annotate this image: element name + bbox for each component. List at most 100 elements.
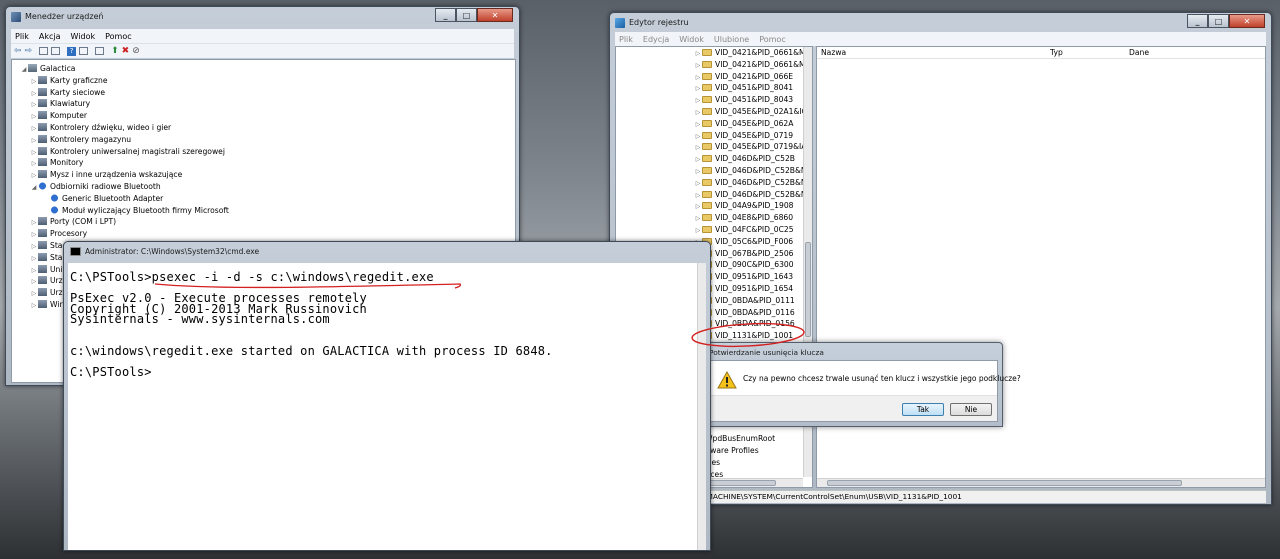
registry-key[interactable]: ▷VID_0BDA&PID_0111: [694, 295, 808, 307]
menu-plik[interactable]: Plik: [15, 32, 29, 41]
show-hide-tree-icon[interactable]: [39, 47, 49, 55]
registry-key[interactable]: ▷ VID_0421&PID_066E: [694, 71, 808, 83]
registry-key[interactable]: ▷ VID_04A9&PID_1908: [694, 200, 808, 212]
registry-key[interactable]: ▷ VID_0451&PID_8043: [694, 94, 808, 106]
device-category[interactable]: ▷ Monitory: [30, 157, 515, 169]
device-item[interactable]: Moduł wyliczający Bluetooth firmy Micros…: [30, 205, 515, 217]
regedit-icon: [615, 17, 625, 28]
device-label: Odbiorniki radiowe Bluetooth: [50, 181, 161, 191]
device-category[interactable]: ▷ Kontrolery uniwersalnej magistrali szer…: [30, 146, 515, 158]
regedit-menu-edycja[interactable]: Edycja: [643, 35, 669, 44]
registry-key[interactable]: ▷VID_067B&PID_2506: [694, 248, 808, 260]
regedit-menu-pomoc[interactable]: Pomoc: [759, 35, 786, 44]
registry-key[interactable]: ▷ VID_046D&PID_C52B: [694, 153, 808, 165]
folder-icon: [702, 190, 712, 198]
registry-key[interactable]: ▷ VID_045E&PID_02A1&IG: [694, 106, 808, 118]
registry-key[interactable]: ▷ VID_045E&PID_0719: [694, 130, 808, 142]
regedit-titlebar[interactable]: Edytor rejestru: [610, 13, 1271, 32]
device-item[interactable]: Generic Bluetooth Adapter: [30, 193, 515, 205]
device-category-icon: [38, 288, 47, 297]
device-category[interactable]: ▷ Kontrolery dźwięku, wideo i gier: [30, 122, 515, 134]
registry-key[interactable]: ▷VID_05C6&PID_F006: [694, 236, 808, 248]
registry-key-label: VID_04E8&PID_6860: [715, 213, 794, 223]
collapsed-triangle-icon: ▷: [31, 301, 37, 309]
folder-icon: [702, 107, 712, 115]
scan-hardware-icon[interactable]: [95, 47, 105, 55]
device-category-icon: [38, 146, 47, 155]
tree-scroll-thumb[interactable]: [805, 242, 811, 337]
menu-akcja[interactable]: Akcja: [39, 32, 61, 41]
regedit-minimize-button[interactable]: _: [1187, 14, 1208, 28]
registry-key[interactable]: ▷VID_0951&PID_1643: [694, 271, 808, 283]
registry-key[interactable]: ▷ VID_045E&PID_0719&IA: [694, 141, 808, 153]
uninstall-icon[interactable]: ✖: [122, 46, 130, 56]
registry-key[interactable]: ▷VID_090C&PID_6300: [694, 259, 808, 271]
forward-icon[interactable]: ⇨: [25, 46, 33, 56]
bluetooth-icon: [50, 205, 59, 214]
device-category[interactable]: ▷ Karty graficzne: [30, 75, 515, 87]
registry-key[interactable]: ▷ VID_0451&PID_8041: [694, 82, 808, 94]
device-category[interactable]: ◢ Odbiorniki radiowe Bluetooth: [30, 181, 515, 193]
device-category[interactable]: ▷ Kontrolery magazynu: [30, 134, 515, 146]
registry-key-label: VID_045E&PID_062A: [715, 118, 794, 128]
registry-key[interactable]: ▷ VID_046D&PID_C52B&N: [694, 189, 808, 201]
regedit-menu-widok[interactable]: Widok: [679, 35, 704, 44]
cmd-titlebar[interactable]: Administrator: C:\Windows\System32\cmd.e…: [64, 242, 710, 261]
no-button[interactable]: Nie: [950, 403, 992, 416]
device-category[interactable]: ▷ Porty (COM i LPT): [30, 216, 515, 228]
disable-icon[interactable]: ⊘: [132, 46, 140, 56]
registry-key[interactable]: ▷ VID_046D&PID_C52B&N: [694, 177, 808, 189]
registry-key-label: VID_05C6&PID_F006: [715, 236, 794, 246]
folder-icon: [702, 84, 712, 92]
device-label: Procesory: [50, 229, 88, 239]
column-type[interactable]: Typ: [1050, 48, 1063, 57]
properties-icon[interactable]: [51, 47, 61, 55]
expanded-triangle-icon: ◢: [21, 66, 27, 73]
column-name[interactable]: Nazwa: [821, 48, 846, 57]
console-line: C:\PSTools>psexec -i -d -s c:\windows\re…: [70, 270, 434, 284]
values-horizontal-scrollbar[interactable]: [817, 478, 1265, 487]
help-icon[interactable]: ?: [67, 46, 77, 56]
registry-key[interactable]: ▷ VID_04FC&PID_0C25: [694, 224, 808, 236]
update-driver-icon[interactable]: ⬆: [111, 46, 119, 56]
registry-key[interactable]: ▷VID_0951&PID_1654: [694, 283, 808, 295]
menu-widok[interactable]: Widok: [71, 32, 96, 41]
registry-key[interactable]: ▷VID_0BDA&PID_0156: [694, 318, 808, 330]
minimize-button[interactable]: _: [435, 8, 456, 22]
console-output[interactable]: C:\PSTools>psexec -i -d -s c:\windows\re…: [68, 263, 706, 550]
registry-key[interactable]: ▷ VID_04E8&PID_6860: [694, 212, 808, 224]
regedit-menu-plik[interactable]: Plik: [619, 35, 633, 44]
device-category[interactable]: ▷ Procesory: [30, 228, 515, 240]
view-icon[interactable]: [79, 47, 89, 55]
registry-key[interactable]: ▷ VID_046D&PID_C52B&N: [694, 165, 808, 177]
column-data[interactable]: Dane: [1129, 48, 1149, 57]
registry-key[interactable]: ▷ VID_0421&PID_0661&M: [694, 47, 808, 59]
folder-icon: [702, 214, 712, 222]
back-icon[interactable]: ⇦: [14, 46, 22, 56]
device-category[interactable]: ▷ Klawiatury: [30, 98, 515, 110]
device-category[interactable]: ▷ Karty sieciowe: [30, 87, 515, 99]
registry-key[interactable]: ▷VID_0BDA&PID_0116: [694, 307, 808, 319]
registry-key-label: VID_090C&PID_6300: [715, 260, 794, 270]
device-category[interactable]: ▷ Komputer: [30, 110, 515, 122]
tree-root[interactable]: ◢ Galactica: [20, 63, 515, 75]
registry-key[interactable]: ▷ VID_045E&PID_062A: [694, 118, 808, 130]
registry-key-label: VID_0BDA&PID_0116: [715, 307, 795, 317]
regedit-close-button[interactable]: ✕: [1229, 14, 1265, 28]
registry-key[interactable]: ▷VID_1131&PID_1001: [694, 330, 808, 342]
yes-button[interactable]: Tak: [902, 403, 944, 416]
folder-icon: [702, 60, 712, 68]
device-label: Kontrolery uniwersalnej magistrali szere…: [50, 146, 225, 156]
menu-pomoc[interactable]: Pomoc: [105, 32, 132, 41]
close-button[interactable]: ✕: [477, 8, 513, 22]
regedit-menu-ulubione[interactable]: Ulubione: [714, 35, 749, 44]
values-hscroll-thumb[interactable]: [827, 480, 1182, 486]
cmd-vertical-scrollbar[interactable]: [697, 263, 706, 550]
device-category[interactable]: ▷ Mysz i inne urządzenia wskazujące: [30, 169, 515, 181]
regedit-maximize-button[interactable]: □: [1208, 14, 1229, 28]
registry-key[interactable]: ▷ VID_0421&PID_0661&M: [694, 59, 808, 71]
maximize-button[interactable]: □: [456, 8, 477, 22]
device-manager-toolbar: ⇦ ⇨ ? ⬆ ✖ ⊘: [11, 43, 514, 58]
